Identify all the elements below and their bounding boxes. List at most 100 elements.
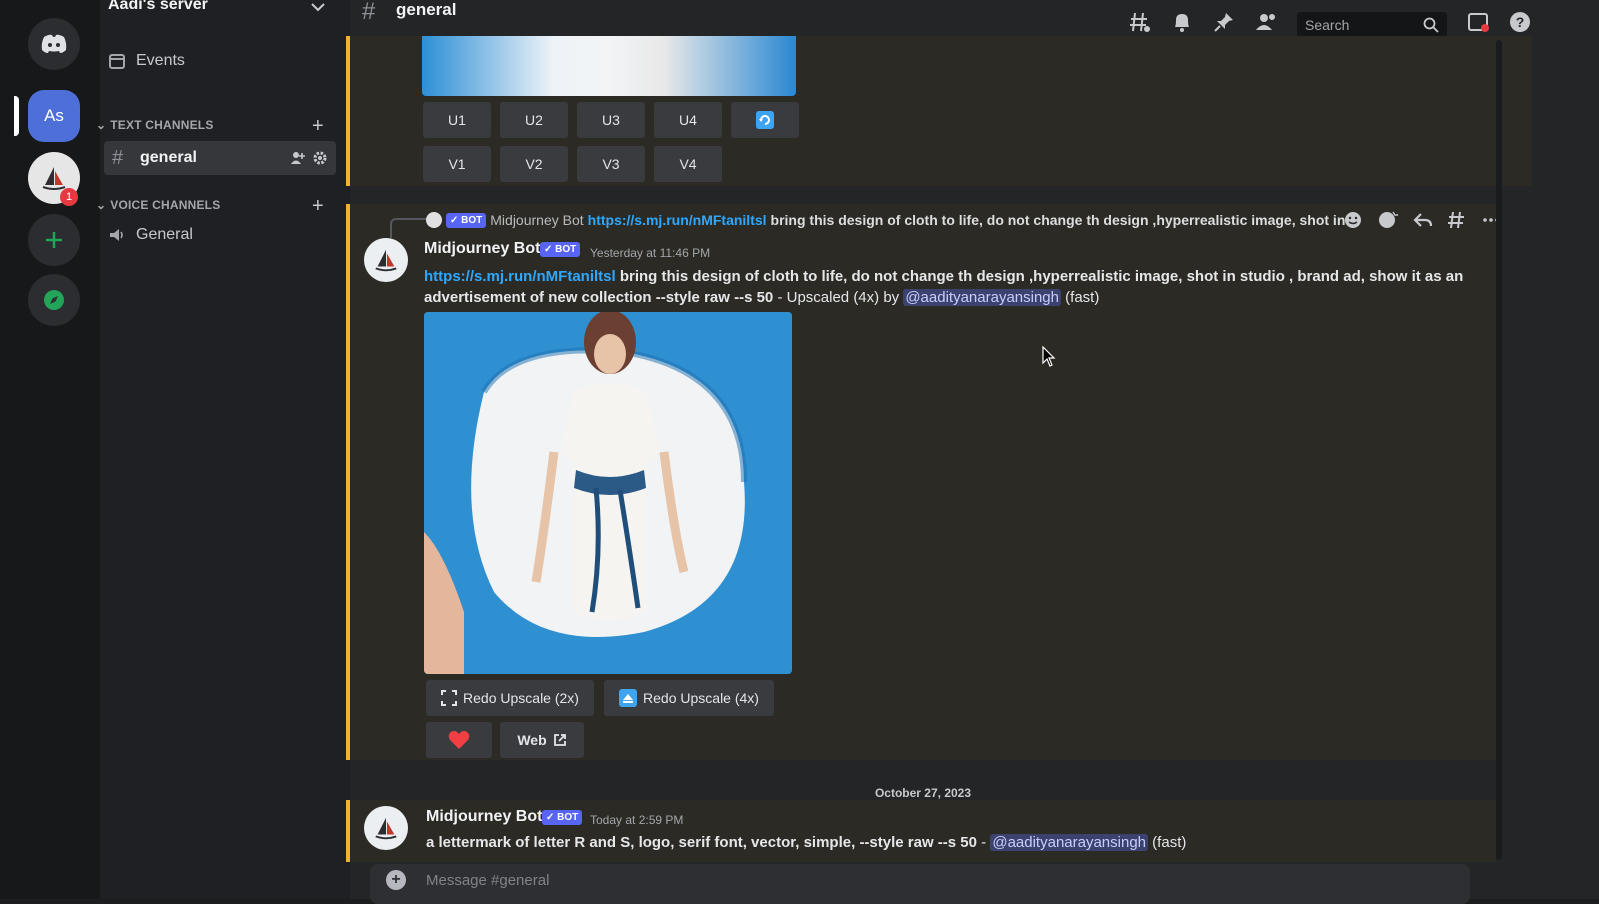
upscaled-image[interactable]: [424, 312, 792, 674]
external-link-icon: [553, 734, 566, 746]
chat-scrollbar[interactable]: [1496, 40, 1502, 860]
redo-upscale-4x-button[interactable]: Redo Upscale (4x): [604, 680, 774, 716]
attach-plus-icon[interactable]: +: [386, 870, 406, 890]
button-label: Redo Upscale (4x): [643, 690, 759, 706]
favorite-heart-button[interactable]: [426, 722, 492, 758]
super-reaction-icon[interactable]: [1377, 210, 1399, 230]
server-icon-aadis-server[interactable]: As: [28, 90, 80, 142]
bell-icon[interactable]: [1170, 10, 1194, 34]
server-name[interactable]: Aadi's server: [108, 0, 208, 14]
svg-text:?: ?: [1516, 14, 1525, 30]
message-input[interactable]: Message #general: [426, 872, 549, 889]
avatar[interactable]: [364, 238, 408, 282]
speed-label: (fast): [1061, 289, 1100, 306]
button-label: Web: [517, 732, 547, 748]
button-label: Redo Upscale (2x): [463, 690, 579, 706]
heart-icon: [448, 730, 470, 749]
text-channels-category[interactable]: ⌄ TEXT CHANNELS: [96, 118, 214, 132]
add-reaction-icon[interactable]: [1343, 210, 1363, 230]
prompt-link[interactable]: https://s.mj.run/nMFtaniltsl: [424, 268, 616, 285]
pin-icon[interactable]: [1212, 10, 1236, 34]
image-grid-preview[interactable]: [422, 36, 796, 96]
category-label: VOICE CHANNELS: [110, 198, 221, 212]
calendar-icon: [109, 54, 125, 69]
variation-button-4[interactable]: V4: [654, 146, 722, 182]
channel-header: # general Search ?: [350, 0, 1599, 38]
redo-upscale-2x-button[interactable]: Redo Upscale (2x): [426, 680, 594, 716]
user-mention[interactable]: @aadityanarayansingh: [990, 834, 1149, 851]
add-server-icon[interactable]: [28, 214, 80, 266]
explore-compass-icon[interactable]: [28, 274, 80, 326]
user-mention[interactable]: @aadityanarayansingh: [903, 289, 1061, 306]
search-placeholder: Search: [1305, 17, 1350, 33]
voice-channel-label: General: [136, 226, 193, 243]
upscale-button-3[interactable]: U3: [577, 102, 645, 138]
voice-channels-category[interactable]: ⌄ VOICE CHANNELS: [96, 198, 220, 212]
reroll-button[interactable]: [731, 102, 799, 138]
prompt-text: a lettermark of letter R and S, logo, se…: [426, 834, 977, 851]
variation-button-1[interactable]: V1: [423, 146, 491, 182]
upscale-button-2[interactable]: U2: [500, 102, 568, 138]
inbox-icon[interactable]: [1466, 10, 1490, 34]
server-rail: As 1: [0, 0, 100, 899]
server-abbrev: As: [44, 106, 64, 125]
channel-label: general: [140, 149, 197, 166]
channel-sidebar: Aadi's server Events ⌄ TEXT CHANNELS + # …: [96, 0, 350, 899]
selected-server-pill: [14, 96, 19, 136]
events-label: Events: [136, 52, 185, 69]
bot-badge: ✓ BOT: [446, 212, 487, 228]
reply-preview[interactable]: ✓ BOT Midjourney Bot https://s.mj.run/nM…: [426, 212, 1345, 228]
timestamp: Yesterday at 11:46 PM: [590, 246, 711, 260]
reply-text: bring this design of cloth to life, do n…: [770, 212, 1346, 228]
search-icon: [1423, 17, 1439, 33]
chevron-down-icon: ⌄: [96, 118, 107, 132]
message-composer[interactable]: + Message #general: [370, 864, 1470, 904]
sidebar-item-voice-general[interactable]: General: [108, 226, 193, 244]
divider-date-label: October 27, 2023: [874, 786, 972, 800]
chevron-down-icon[interactable]: [310, 0, 326, 19]
hash-icon: #: [362, 0, 376, 25]
message-upscaled: ✓ BOT Midjourney Bot https://s.mj.run/nM…: [346, 204, 1498, 760]
variation-button-3[interactable]: V3: [577, 146, 645, 182]
message-content: https://s.mj.run/nMFtaniltsl bring this …: [424, 266, 1484, 308]
message-grid-result: U1 U2 U3 U4 V1 V2 V3 V4: [346, 36, 1532, 186]
events-item[interactable]: Events: [108, 52, 185, 70]
refresh-icon: [756, 111, 774, 129]
upscale-button-4[interactable]: U4: [654, 102, 722, 138]
chat-area: # general Search ? U1 U2 U3 U4 V1 V2 V3 …: [346, 0, 1599, 904]
create-voice-channel-plus-icon[interactable]: +: [312, 196, 324, 216]
search-input[interactable]: Search: [1297, 12, 1447, 38]
chevron-down-icon: ⌄: [96, 198, 107, 212]
reply-icon[interactable]: [1413, 210, 1433, 230]
mouse-cursor-icon: [1042, 346, 1056, 367]
notification-badge: 1: [60, 188, 78, 206]
web-link-button[interactable]: Web: [500, 722, 584, 758]
reply-link[interactable]: https://s.mj.run/nMFtaniltsl: [588, 212, 767, 228]
bot-badge: ✓ BOT: [542, 810, 583, 825]
timestamp: Today at 2:59 PM: [590, 813, 684, 827]
hash-icon: #: [112, 146, 124, 169]
member-list-icon[interactable]: [1254, 10, 1280, 34]
speaker-icon: [110, 229, 123, 241]
avatar[interactable]: [364, 806, 408, 850]
upscale-icon: [619, 689, 638, 707]
invite-user-icon[interactable]: [290, 150, 306, 166]
reply-author: Midjourney Bot: [490, 212, 584, 228]
create-text-channel-plus-icon[interactable]: +: [312, 116, 324, 136]
speed-label: (fast): [1148, 834, 1187, 851]
category-label: TEXT CHANNELS: [110, 118, 214, 132]
upscale-button-1[interactable]: U1: [423, 102, 491, 138]
date-divider: October 27, 2023: [350, 786, 1496, 800]
sidebar-item-general[interactable]: # general: [104, 141, 336, 175]
variation-button-2[interactable]: V2: [500, 146, 568, 182]
separator: -: [977, 834, 991, 851]
avatar: [426, 212, 442, 228]
author-name[interactable]: Midjourney Bot: [424, 240, 540, 258]
author-name[interactable]: Midjourney Bot: [426, 808, 542, 826]
help-icon[interactable]: ?: [1508, 10, 1532, 34]
discord-home-icon[interactable]: [28, 18, 80, 70]
threads-icon[interactable]: [1128, 10, 1152, 34]
upscale-suffix: - Upscaled (4x) by: [773, 289, 904, 306]
create-thread-icon[interactable]: [1447, 210, 1467, 230]
gear-icon[interactable]: [312, 150, 328, 166]
